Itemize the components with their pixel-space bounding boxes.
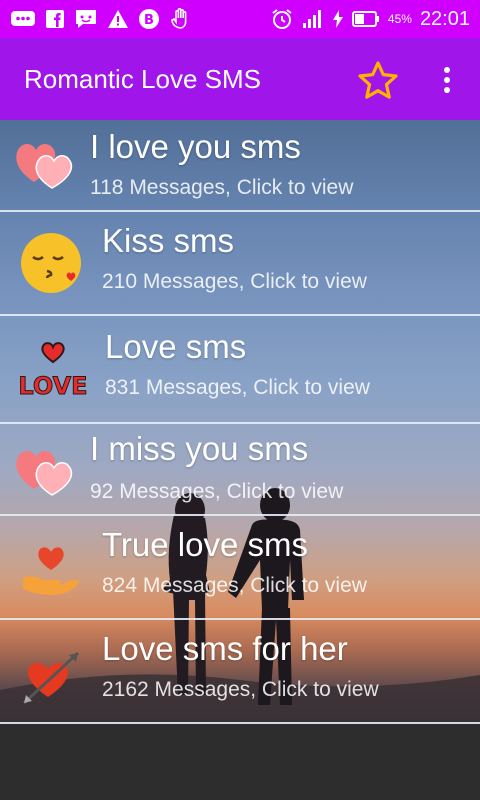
category-subtitle: 92 Messages, Click to view xyxy=(90,480,344,503)
heart-arrow-icon xyxy=(16,642,86,712)
two-hearts-icon xyxy=(10,436,80,506)
category-subtitle: 824 Messages, Click to view xyxy=(102,574,367,597)
category-row-i-love-you[interactable]: I love you sms 118 Messages, Click to vi… xyxy=(0,120,480,212)
star-outline-icon xyxy=(358,61,398,99)
b-app-icon: B xyxy=(138,7,160,31)
svg-text:B: B xyxy=(144,13,154,28)
category-title: I miss you sms xyxy=(90,430,309,467)
category-subtitle: 831 Messages, Click to view xyxy=(105,376,370,399)
category-row-i-miss-you[interactable]: I miss you sms 92 Messages, Click to vie… xyxy=(0,424,480,516)
heart-in-hand-icon xyxy=(16,534,86,604)
clock: 22:01 xyxy=(419,7,470,30)
favorite-button[interactable] xyxy=(354,58,402,104)
category-row-true-love[interactable]: True love sms 824 Messages, Click to vie… xyxy=(0,516,480,620)
category-row-love[interactable]: LOVE Love sms 831 Messages, Click to vie… xyxy=(0,316,480,424)
category-list[interactable]: I love you sms 118 Messages, Click to vi… xyxy=(0,120,480,724)
category-row-love-for-her[interactable]: Love sms for her 2162 Messages, Click to… xyxy=(0,620,480,724)
charging-icon xyxy=(332,7,344,31)
facebook-icon xyxy=(45,7,65,31)
overflow-menu-button[interactable] xyxy=(432,62,462,98)
category-title: Kiss sms xyxy=(102,222,234,259)
category-title: Love sms xyxy=(105,328,247,365)
battery-percent: 45% xyxy=(387,12,412,26)
category-subtitle: 210 Messages, Click to view xyxy=(102,270,367,293)
alarm-icon xyxy=(270,7,294,31)
app-title: Romantic Love SMS xyxy=(24,63,261,94)
svg-text:LOVE: LOVE xyxy=(18,372,87,400)
category-title: I love you sms xyxy=(90,128,301,165)
warning-icon xyxy=(107,7,129,31)
category-title: Love sms for her xyxy=(102,630,348,667)
messages-icon xyxy=(10,7,36,31)
battery-icon xyxy=(351,7,380,31)
love-sticker-icon: LOVE xyxy=(18,334,88,404)
status-bar: B 45% 22:01 xyxy=(0,0,480,38)
category-row-kiss[interactable]: Kiss sms 210 Messages, Click to view xyxy=(0,212,480,316)
kiss-emoji-icon xyxy=(16,228,86,298)
category-subtitle: 118 Messages, Click to view xyxy=(90,176,354,199)
signal-icon xyxy=(302,7,324,31)
hand-icon xyxy=(169,7,193,31)
empty-bottom-area xyxy=(0,724,480,800)
category-title: True love sms xyxy=(102,526,308,563)
category-subtitle: 2162 Messages, Click to view xyxy=(102,678,379,701)
two-hearts-icon xyxy=(10,129,80,199)
app-bar: Romantic Love SMS xyxy=(0,38,480,120)
chat-icon xyxy=(74,7,98,31)
more-vert-icon xyxy=(444,67,450,93)
